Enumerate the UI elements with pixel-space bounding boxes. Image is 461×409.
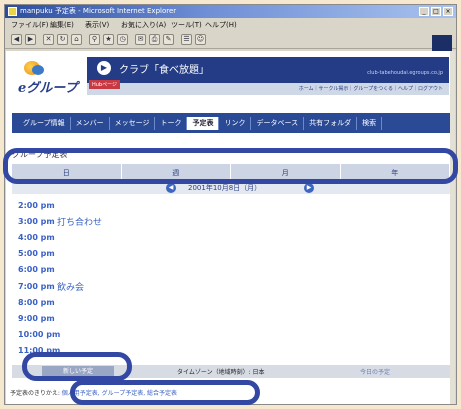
print-icon[interactable]: ⎙ bbox=[149, 34, 160, 45]
logo-globe-icon bbox=[32, 65, 44, 75]
new-event-button[interactable]: 新しい予定 bbox=[42, 366, 114, 377]
minimize-button[interactable]: _ bbox=[419, 7, 429, 16]
slot-time: 6:00 pm bbox=[18, 265, 55, 275]
slot-time: 9:00 pm bbox=[18, 313, 55, 323]
time-slot[interactable]: 5:00 pm bbox=[12, 246, 450, 262]
slot-time: 4:00 pm bbox=[18, 232, 55, 242]
page-content: eグループ ▶ クラブ「食べ放題」 club-tabehoudai.egroup… bbox=[6, 51, 455, 404]
discuss-icon[interactable]: ☰ bbox=[181, 34, 192, 45]
switcher-label: 予定表のきりかえ: bbox=[10, 390, 60, 397]
history-icon[interactable]: ◷ bbox=[117, 34, 128, 45]
back-icon[interactable]: ◀ bbox=[11, 34, 22, 45]
toolbar: ◀ ▶ ✕ ↻ ⌂ ⚲ ★ ◷ ✉ ⎙ ✎ ☰ ☺ bbox=[5, 31, 456, 53]
egroup-logo[interactable]: eグループ bbox=[14, 61, 86, 96]
edit-icon[interactable]: ✎ bbox=[163, 34, 174, 45]
play-icon[interactable]: ▶ bbox=[97, 61, 111, 75]
tab-messages[interactable]: メッセージ bbox=[110, 116, 156, 130]
tab-database[interactable]: データベース bbox=[251, 116, 305, 130]
schedule-footer: 新しい予定 タイムゾーン（地域時刻）: 日本 今日の予定 bbox=[12, 365, 450, 378]
menu-bar: ファイル(F) 編集(E) 表示(V) お気に入り(A) ツール(T) ヘルプ(… bbox=[5, 18, 456, 31]
banner-header: ▶ クラブ「食べ放題」 club-tabehoudai.egroups.co.j… bbox=[87, 57, 449, 83]
vertical-scrollbar[interactable] bbox=[450, 51, 455, 404]
menu-edit[interactable]: 編集(E) bbox=[50, 20, 74, 30]
slot-time: 3:00 pm bbox=[18, 216, 55, 226]
slot-time: 11:00 pm bbox=[18, 346, 61, 356]
view-tabs: 日 週 月 年 bbox=[12, 164, 450, 182]
slot-time: 5:00 pm bbox=[18, 249, 55, 259]
today-link[interactable]: 今日の予定 bbox=[360, 367, 390, 376]
close-button[interactable]: × bbox=[443, 7, 453, 16]
time-slot[interactable]: 7:00 pm 飲み会 bbox=[12, 278, 450, 294]
tab-week[interactable]: 週 bbox=[122, 164, 231, 182]
tab-year[interactable]: 年 bbox=[341, 164, 450, 182]
forward-icon[interactable]: ▶ bbox=[25, 34, 36, 45]
menu-file[interactable]: ファイル(F) bbox=[11, 20, 49, 30]
tab-talk[interactable]: トーク bbox=[155, 116, 188, 130]
page-title: グループ予定表 bbox=[12, 150, 68, 159]
club-url: club-tabehoudai.egroups.co.jp bbox=[367, 70, 443, 76]
current-date: 2001年10月8日（月） bbox=[188, 184, 262, 192]
refresh-icon[interactable]: ↻ bbox=[57, 34, 68, 45]
slot-time: 2:00 pm bbox=[18, 200, 55, 210]
logo-text: eグループ bbox=[18, 81, 78, 96]
tab-schedule[interactable]: 予定表 bbox=[187, 116, 220, 130]
tab-members[interactable]: メンバー bbox=[71, 116, 110, 130]
messenger-icon[interactable]: ☺ bbox=[195, 34, 206, 45]
tab-search[interactable]: 検索 bbox=[357, 116, 383, 130]
club-banner: ▶ クラブ「食べ放題」 club-tabehoudai.egroups.co.j… bbox=[87, 57, 449, 95]
schedule-switcher: 予定表のきりかえ: 個人用予定表, グループ予定表, 総合予定表 bbox=[10, 388, 177, 397]
tab-links[interactable]: リンク bbox=[219, 116, 252, 130]
timezone-label: タイムゾーン（地域時刻）: 日本 bbox=[177, 369, 265, 376]
time-slot[interactable]: 8:00 pm bbox=[12, 294, 450, 310]
slot-event[interactable]: 飲み会 bbox=[57, 280, 84, 293]
time-slot[interactable]: 10:00 pm bbox=[12, 327, 450, 343]
time-slot[interactable]: 6:00 pm bbox=[12, 262, 450, 278]
date-navigator: ◀ 2001年10月8日（月） ▶ bbox=[12, 182, 450, 194]
banner-links[interactable]: ホーム｜サークル掲示｜グループをつくる｜ヘルプ｜ログアウト bbox=[299, 85, 443, 92]
home-icon[interactable]: ⌂ bbox=[71, 34, 82, 45]
window-title: manpuku 予定表 - Microsoft Internet Explore… bbox=[20, 7, 177, 15]
tab-month[interactable]: 月 bbox=[231, 164, 341, 182]
switcher-links[interactable]: 個人用予定表, グループ予定表, 総合予定表 bbox=[62, 390, 177, 397]
menu-help[interactable]: ヘルプ(H) bbox=[205, 20, 237, 30]
slot-event[interactable]: 打ち合わせ bbox=[57, 215, 102, 228]
tab-shared-folder[interactable]: 共有フォルダ bbox=[304, 116, 358, 130]
app-icon bbox=[8, 7, 17, 16]
slot-time: 10:00 pm bbox=[18, 330, 61, 340]
search-icon[interactable]: ⚲ bbox=[89, 34, 100, 45]
menu-favorites[interactable]: お気に入り(A) bbox=[121, 20, 166, 30]
maximize-button[interactable]: □ bbox=[431, 7, 441, 16]
mail-icon[interactable]: ✉ bbox=[135, 34, 146, 45]
schedule-list: 2:00 pm 3:00 pm 打ち合わせ 4:00 pm 5:00 pm 6:0… bbox=[12, 197, 450, 359]
title-bar: manpuku 予定表 - Microsoft Internet Explore… bbox=[5, 5, 456, 18]
prev-day-icon[interactable]: ◀ bbox=[166, 183, 176, 193]
next-day-icon[interactable]: ▶ bbox=[304, 183, 314, 193]
hub-page-tag[interactable]: Hubページ bbox=[89, 80, 121, 89]
main-nav: グループ情報 メンバー メッセージ トーク 予定表 リンク データベース 共有フ… bbox=[12, 113, 450, 133]
slot-time: 7:00 pm bbox=[18, 281, 55, 291]
club-title: クラブ「食べ放題」 bbox=[119, 65, 209, 76]
slot-time: 8:00 pm bbox=[18, 297, 55, 307]
menu-view[interactable]: 表示(V) bbox=[85, 20, 109, 30]
time-slot[interactable]: 9:00 pm bbox=[12, 310, 450, 326]
favorites-icon[interactable]: ★ bbox=[103, 34, 114, 45]
time-slot[interactable]: 4:00 pm bbox=[12, 229, 450, 245]
tab-day[interactable]: 日 bbox=[12, 164, 122, 182]
time-slot[interactable]: 3:00 pm 打ち合わせ bbox=[12, 213, 450, 229]
time-slot[interactable]: 2:00 pm bbox=[12, 197, 450, 213]
time-slot[interactable]: 11:00 pm bbox=[12, 343, 450, 359]
tab-group-info[interactable]: グループ情報 bbox=[18, 116, 71, 130]
browser-window: manpuku 予定表 - Microsoft Internet Explore… bbox=[4, 4, 457, 405]
stop-icon[interactable]: ✕ bbox=[43, 34, 54, 45]
menu-tools[interactable]: ツール(T) bbox=[171, 20, 202, 30]
